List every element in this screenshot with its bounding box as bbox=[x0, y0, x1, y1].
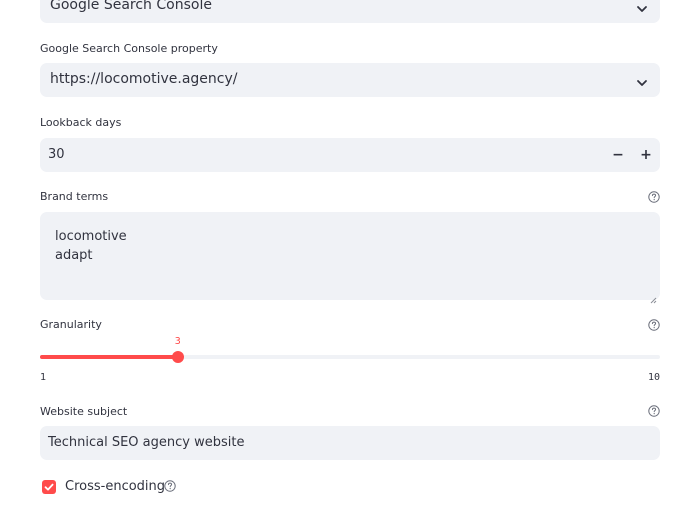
settings-form: Google Search Console Google Search Cons… bbox=[0, 0, 684, 513]
check-icon bbox=[44, 483, 54, 491]
property-label: Google Search Console property bbox=[40, 42, 218, 55]
resize-handle-icon[interactable] bbox=[649, 289, 657, 304]
brand-terms-textarea[interactable]: locomotive adapt bbox=[40, 212, 660, 304]
website-subject-label: Website subject bbox=[40, 405, 128, 418]
data-source-value: Google Search Console bbox=[50, 0, 212, 13]
chevron-down-icon bbox=[636, 74, 648, 86]
website-subject-input[interactable]: Technical SEO agency website bbox=[40, 426, 660, 460]
property-select[interactable]: https://locomotive.agency/ bbox=[40, 63, 660, 97]
slider-thumb[interactable] bbox=[171, 351, 184, 363]
slider-fill bbox=[40, 355, 178, 359]
website-subject-value: Technical SEO agency website bbox=[48, 435, 245, 450]
cross-encoding-label[interactable]: Cross-encoding bbox=[65, 479, 165, 494]
granularity-slider[interactable] bbox=[40, 351, 660, 363]
data-source-select[interactable]: Google Search Console bbox=[40, 0, 660, 23]
lookback-number-input[interactable]: 30 − + bbox=[40, 138, 660, 172]
brand-terms-value: locomotive adapt bbox=[55, 229, 127, 263]
help-icon[interactable] bbox=[648, 405, 660, 417]
slider-min-label: 1 bbox=[40, 372, 47, 383]
help-icon[interactable] bbox=[648, 319, 660, 331]
lookback-label: Lookback days bbox=[40, 116, 122, 129]
chevron-down-icon bbox=[636, 0, 648, 12]
slider-max-label: 10 bbox=[647, 372, 660, 383]
help-icon[interactable] bbox=[648, 191, 660, 203]
help-icon[interactable] bbox=[164, 480, 176, 492]
decrement-button[interactable]: − bbox=[606, 143, 630, 167]
slider-current-value: 3 bbox=[174, 336, 181, 347]
brand-terms-label: Brand terms bbox=[40, 190, 109, 203]
cross-encoding-checkbox[interactable] bbox=[42, 480, 56, 494]
increment-button[interactable]: + bbox=[634, 143, 658, 167]
property-value: https://locomotive.agency/ bbox=[50, 71, 238, 87]
lookback-value[interactable]: 30 bbox=[48, 147, 65, 162]
granularity-label: Granularity bbox=[40, 318, 102, 331]
